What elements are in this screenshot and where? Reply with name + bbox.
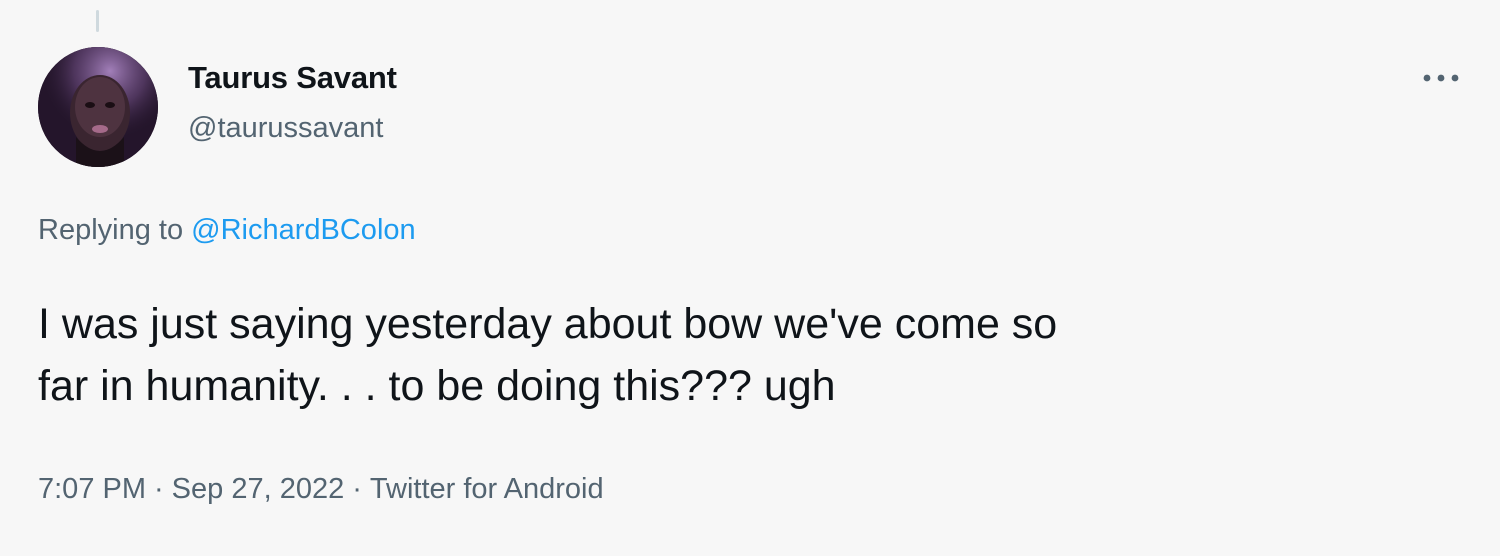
avatar-image xyxy=(38,47,158,167)
tweet-time[interactable]: 7:07 PM xyxy=(38,473,146,505)
replying-to-line: Replying to @RichardBColon xyxy=(38,214,416,247)
tweet-text-line: far in humanity. . . to be doing this???… xyxy=(38,362,836,410)
tweet-date[interactable]: Sep 27, 2022 xyxy=(172,473,345,505)
meta-separator: · xyxy=(154,473,164,505)
tweet-text-line: I was just saying yesterday about bow we… xyxy=(38,300,1058,348)
more-options-button[interactable] xyxy=(1418,58,1464,98)
avatar[interactable] xyxy=(38,47,158,167)
tweet-source[interactable]: Twitter for Android xyxy=(370,473,604,505)
tweet-text: I was just saying yesterday about bow we… xyxy=(38,293,1458,417)
tweet-card: Taurus Savant @taurussavant Replying to … xyxy=(0,0,1500,556)
thread-connector-line xyxy=(96,10,99,32)
mention-link[interactable]: @RichardBColon xyxy=(191,214,415,246)
author-handle[interactable]: @taurussavant xyxy=(188,112,383,145)
replying-to-label: Replying to xyxy=(38,214,184,246)
meta-separator: · xyxy=(352,473,362,505)
author-display-name[interactable]: Taurus Savant xyxy=(188,60,397,96)
more-horizontal-icon xyxy=(1423,74,1459,82)
tweet-metadata: 7:07 PM · Sep 27, 2022 · Twitter for Android xyxy=(38,473,604,506)
